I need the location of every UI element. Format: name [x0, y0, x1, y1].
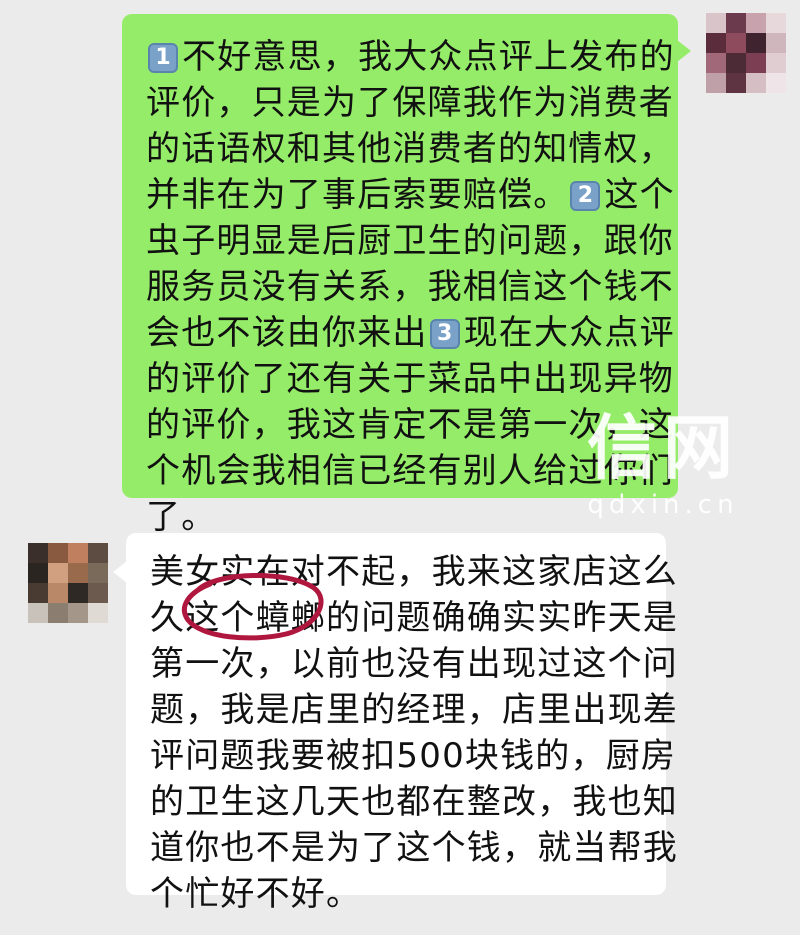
- message-line: 服务员没有关系，我相信这个钱不: [146, 264, 673, 310]
- keycap-number-icon: 2: [570, 181, 601, 211]
- message-text: 会也不该由你来出: [146, 313, 428, 353]
- avatar-pixel: [68, 583, 88, 603]
- my-avatar[interactable]: [706, 13, 786, 93]
- keycap-number-icon: 3: [429, 319, 460, 349]
- avatar-pixel: [48, 543, 68, 563]
- avatar-pixel: [766, 73, 786, 93]
- message-text: 的问题确确实实昨天是: [326, 598, 679, 638]
- message-text: 现在大众点评: [463, 313, 675, 353]
- avatar-pixel: [726, 33, 746, 53]
- avatar-pixel: [48, 603, 68, 623]
- message-text: 了。: [146, 497, 217, 537]
- message-text: 题，我是店里的经理，店里出现差: [150, 690, 678, 730]
- message-line: 个忙好不好。: [150, 871, 656, 917]
- keycap-number-icon: 1: [148, 43, 178, 73]
- avatar-pixel: [68, 603, 88, 623]
- message-line: 的评价了还有关于菜品中出现异物: [146, 356, 673, 402]
- message-text: 这个: [604, 175, 675, 215]
- message-line: 第一次，以前也没有出现过这个问: [150, 641, 677, 687]
- avatar-pixel: [88, 603, 108, 623]
- message-line: 的话语权和其他消费者的知情权，: [146, 126, 673, 172]
- message-line: 虫子明显是后厨卫生的问题，跟你: [146, 218, 673, 264]
- message-line: 评价，只是为了保障我作为消费者: [146, 80, 673, 126]
- avatar-pixel: [706, 13, 726, 33]
- message-text: 美女实在对不起，我来这家店这么: [150, 552, 678, 592]
- avatar-pixel: [68, 543, 88, 563]
- avatar-pixel: [746, 53, 766, 73]
- message-line: 美女实在对不起，我来这家店这么: [150, 549, 677, 595]
- avatar-pixel: [88, 543, 108, 563]
- avatar-pixel: [28, 603, 48, 623]
- message-text: 并非在为了事后索要赔偿。: [146, 175, 569, 215]
- avatar-pixel: [28, 563, 48, 583]
- message-line: 道你也不是为了这个钱，就当帮我: [150, 825, 677, 871]
- avatar-pixel: [28, 543, 48, 563]
- message-text: 服务员没有关系，我相信这个钱不: [146, 267, 674, 307]
- message-text: 不好意思，我大众点评上发布的: [182, 37, 675, 77]
- message-text: 久这个: [150, 598, 256, 638]
- avatar-pixel: [706, 53, 726, 73]
- avatar-pixel: [746, 33, 766, 53]
- message-line: 会也不该由你来出 3 现在大众点评: [146, 310, 674, 356]
- message-line: 的卫生这几天也都在整改，我也知: [150, 779, 677, 825]
- avatar-pixel: [88, 583, 108, 603]
- watermark-title: 信网: [587, 407, 739, 489]
- message-text: 评价，只是为了保障我作为消费者: [146, 83, 674, 123]
- message-text: 评问题我要被扣500块钱的，厨房: [150, 736, 677, 776]
- message-text: 虫子明显是后厨卫生的问题，跟你: [146, 221, 674, 261]
- avatar-pixel: [726, 13, 746, 33]
- avatar-pixel: [746, 73, 766, 93]
- avatar-pixel: [706, 73, 726, 93]
- avatar-pixel: [28, 583, 48, 603]
- avatar-pixel: [48, 583, 68, 603]
- message-line: 评问题我要被扣500块钱的，厨房: [150, 733, 675, 779]
- avatar-pixel: [766, 33, 786, 53]
- contact-avatar[interactable]: [28, 543, 108, 623]
- message-line: 并非在为了事后索要赔偿。 2 这个: [146, 172, 674, 218]
- avatar-pixel: [726, 73, 746, 93]
- message-text: 的话语权和其他消费者的知情权，: [146, 129, 674, 169]
- avatar-pixel: [68, 563, 88, 583]
- message-line: 题，我是店里的经理，店里出现差: [150, 687, 677, 733]
- avatar-pixel: [746, 13, 766, 33]
- circled-word: 蟑螂: [255, 598, 327, 638]
- message-line: 久这个蟑螂的问题确确实实昨天是: [150, 595, 677, 641]
- avatar-pixel: [48, 563, 68, 583]
- message-line: 1 不好意思，我大众点评上发布的: [146, 34, 674, 80]
- incoming-message-bubble[interactable]: 美女实在对不起，我来这家店这么 久这个蟑螂的问题确确实实昨天是 第一次，以前也没…: [113, 533, 677, 914]
- watermark: 信网 qdxin.cn: [578, 406, 748, 520]
- message-text: 个忙好不好。: [150, 874, 362, 914]
- avatar-pixel: [706, 33, 726, 53]
- message-text: 的评价了还有关于菜品中出现异物: [146, 359, 674, 399]
- message-text: 第一次，以前也没有出现过这个问: [150, 644, 678, 684]
- watermark-url: qdxin.cn: [587, 490, 739, 520]
- avatar-pixel: [88, 563, 108, 583]
- message-text: 的卫生这几天也都在整改，我也知: [150, 782, 678, 822]
- message-text: 道你也不是为了这个钱，就当帮我: [150, 828, 678, 868]
- avatar-pixel: [766, 13, 786, 33]
- avatar-pixel: [726, 53, 746, 73]
- avatar-pixel: [766, 53, 786, 73]
